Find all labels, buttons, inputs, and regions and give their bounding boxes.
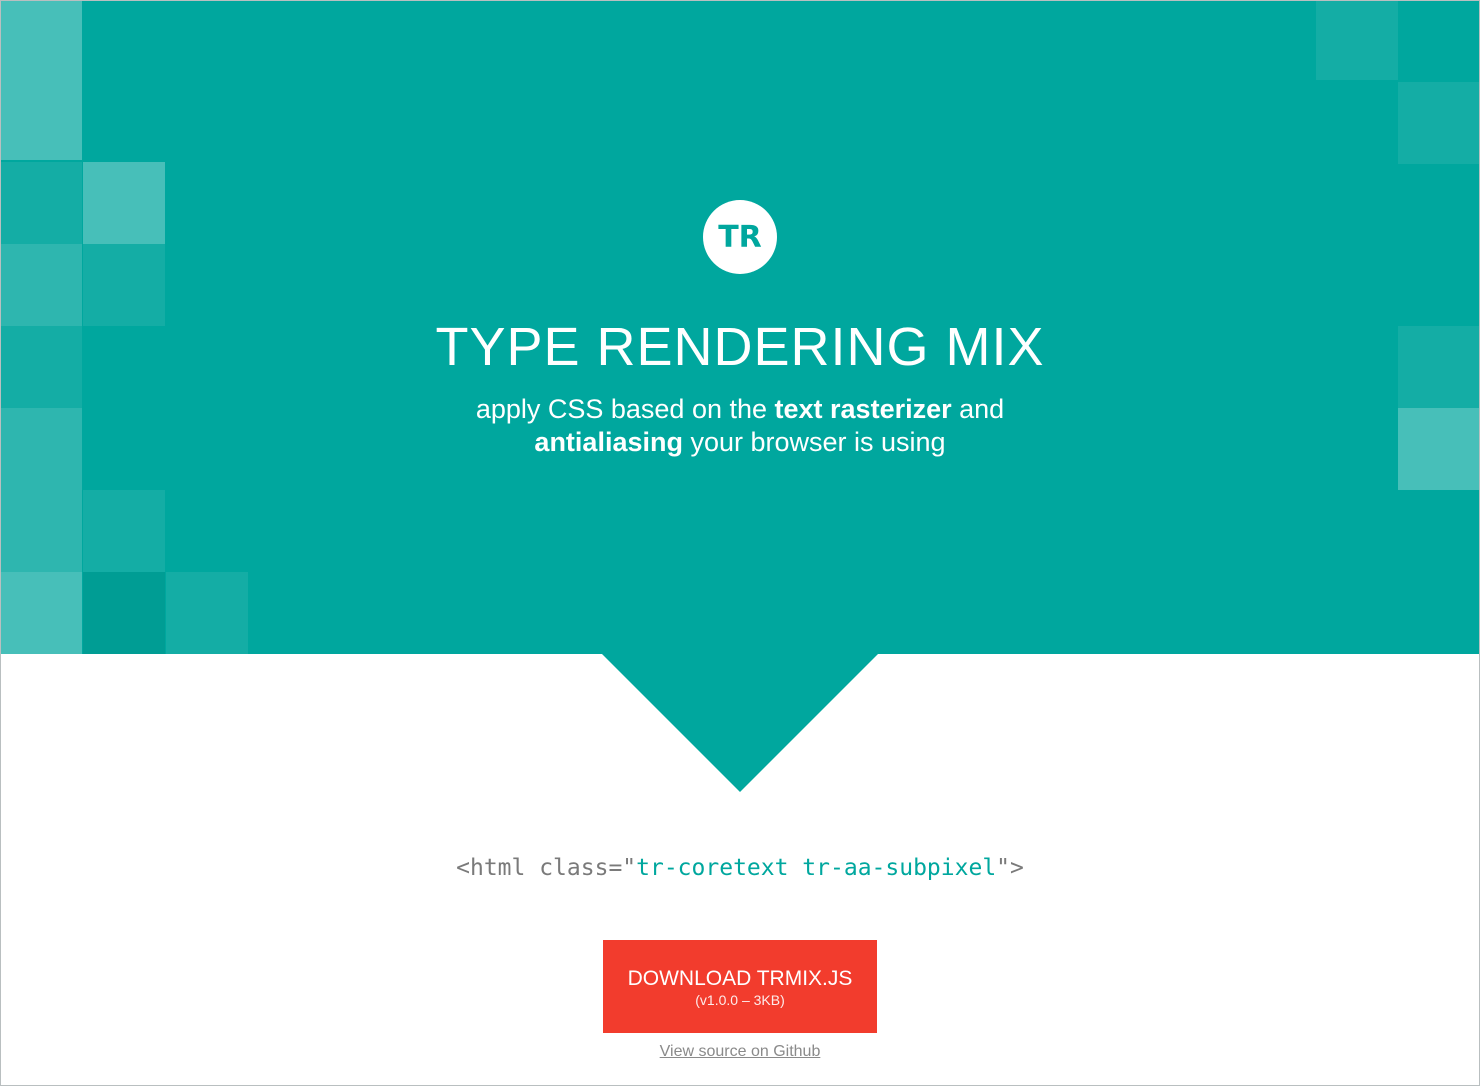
decor-tile — [1316, 0, 1398, 80]
decor-tile — [83, 572, 165, 654]
decor-tile — [0, 162, 82, 244]
hero-pointer-arrow — [601, 653, 879, 792]
tagline-emphasis: antialiasing — [534, 427, 683, 457]
decor-tile — [83, 162, 165, 244]
logo-text: TR — [718, 219, 762, 255]
decor-tile — [166, 572, 248, 654]
code-suffix: "> — [996, 855, 1024, 881]
page-title: TYPE RENDERING MIX — [435, 317, 1045, 377]
code-classes: tr-coretext tr-aa-subpixel — [636, 855, 997, 881]
download-version: (v1.0.0 – 3KB) — [695, 991, 785, 1008]
tagline-text: and — [951, 394, 1005, 424]
source-link-row: View source on Github — [0, 1043, 1480, 1061]
download-label: DOWNLOAD TRMIX.JS — [627, 966, 853, 990]
tagline-text: your browser is using — [682, 427, 946, 457]
decor-tile — [0, 572, 82, 654]
decor-tile — [83, 490, 165, 572]
code-prefix: <html class=" — [456, 855, 637, 881]
tr-logo: TR — [703, 200, 777, 274]
download-button[interactable]: DOWNLOAD TRMIX.JS (v1.0.0 – 3KB) — [603, 940, 877, 1033]
github-source-link[interactable]: View source on Github — [660, 1043, 821, 1060]
code-sample: <html class="tr-coretext tr-aa-subpixel"… — [0, 855, 1480, 881]
tagline: apply CSS based on the text rasterizer a… — [0, 393, 1480, 459]
decor-tile — [0, 244, 82, 326]
tagline-text: apply CSS based on the — [475, 394, 775, 424]
decor-tile — [0, 490, 82, 572]
tagline-emphasis: text rasterizer — [774, 394, 952, 424]
decor-tile — [0, 0, 82, 160]
decor-tile — [1398, 82, 1480, 164]
decor-tile — [83, 244, 165, 326]
hero-banner: TR TYPE RENDERING MIX apply CSS based on… — [0, 0, 1480, 654]
